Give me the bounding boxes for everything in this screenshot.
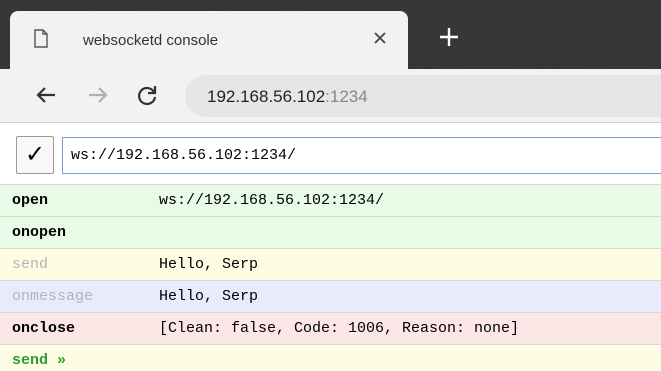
console-input-bar: ✓ ws://192.168.56.102:1234/ (0, 133, 661, 179)
page-icon (34, 29, 48, 48)
tab-title: websocketd console (83, 32, 219, 49)
log-message: [Clean: false, Code: 1006, Reason: none] (159, 320, 520, 337)
log-row-onopen: onopen (0, 216, 661, 248)
send-prompt-label: send » (12, 352, 67, 369)
log-message: Hello, Serp (159, 256, 259, 273)
log-message: ws://192.168.56.102:1234/ (159, 192, 385, 209)
plus-icon[interactable] (438, 26, 460, 48)
reload-icon[interactable] (135, 83, 159, 107)
log-row-open: open ws://192.168.56.102:1234/ (0, 184, 661, 216)
log-label: onclose (12, 320, 76, 337)
log-label: open (12, 192, 49, 209)
browser-toolbar: 192.168.56.102:1234 (0, 69, 661, 123)
log-label: onmessage (12, 288, 94, 305)
tab-strip: websocketd console (0, 0, 661, 69)
log-label: send (12, 256, 49, 273)
log-row-send: send Hello, Serp (0, 248, 661, 280)
browser-tab[interactable]: websocketd console (10, 11, 408, 69)
url-host: 192.168.56.102 (207, 87, 326, 106)
log-label: onopen (12, 224, 67, 241)
console-log: open ws://192.168.56.102:1234/ onopen se… (0, 184, 661, 371)
log-row-onclose: onclose [Clean: false, Code: 1006, Reaso… (0, 312, 661, 344)
send-prompt[interactable]: send » (0, 344, 661, 371)
close-icon[interactable] (370, 28, 390, 48)
connect-button[interactable]: ✓ (16, 136, 54, 174)
url-text: 192.168.56.102:1234 (207, 87, 368, 107)
arrow-left-icon[interactable] (34, 83, 58, 107)
log-message: Hello, Serp (159, 288, 259, 305)
arrow-right-icon[interactable] (86, 83, 110, 107)
url-port: :1234 (325, 87, 368, 106)
url-input[interactable]: ws://192.168.56.102:1234/ (62, 137, 661, 174)
log-row-onmessage: onmessage Hello, Serp (0, 280, 661, 312)
address-bar[interactable]: 192.168.56.102:1234 (185, 75, 661, 117)
